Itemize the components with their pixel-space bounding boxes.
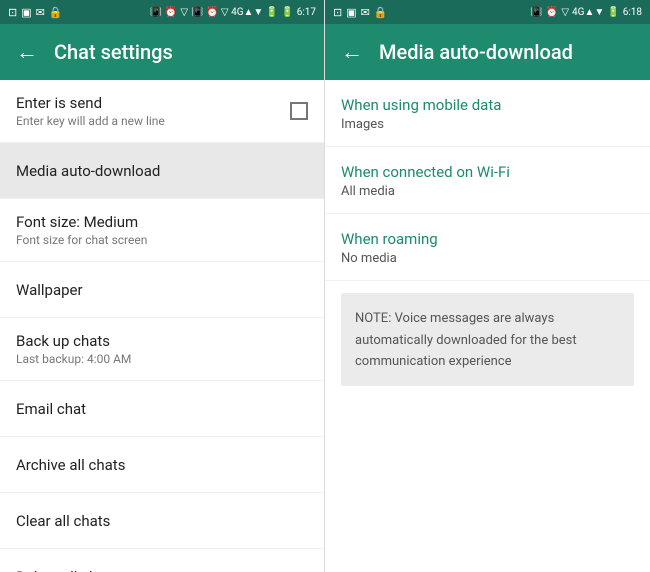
email-chat-item[interactable]: Email chat <box>0 381 324 437</box>
clear-all-chats-text: Clear all chats <box>16 512 110 530</box>
screenshot-icon: ▣ <box>21 6 31 19</box>
delete-all-chats-item[interactable]: Delete all chats <box>0 549 324 572</box>
left-back-button[interactable]: ← <box>16 39 38 65</box>
clear-all-chats-title: Clear all chats <box>16 512 110 530</box>
left-time: 6:17 <box>297 7 316 18</box>
left-status-bar: ⊡ ▣ ✉ 🔒 📳 ⏰ ▽ 📳 ⏰ ▽ 4G▲▼ 🔋 🔋 6:17 <box>0 0 324 24</box>
enter-is-send-checkbox[interactable] <box>290 102 308 120</box>
right-network-label: 4G▲▼ <box>572 7 604 18</box>
font-size-subtitle: Font size for chat screen <box>16 233 147 247</box>
lock-icon: 🔒 <box>49 6 63 19</box>
roaming-subtitle: No media <box>341 251 634 266</box>
right-status-left-icons: ⊡ ▣ ✉ 🔒 <box>333 6 388 19</box>
right-status-icons: 📳 ⏰ ▽ 📳 ⏰ ▽ 4G▲▼ 🔋 🔋 6:17 <box>149 7 316 18</box>
media-auto-download-item[interactable]: Media auto-download <box>0 143 324 199</box>
media-auto-download-text: Media auto-download <box>16 162 160 180</box>
wifi-subtitle: All media <box>341 184 634 199</box>
roaming-item[interactable]: When roaming No media <box>325 214 650 281</box>
mail-icon: ✉ <box>36 6 45 19</box>
right-vibrate-icon: 📳 <box>530 7 542 18</box>
note-box: NOTE: Voice messages are always automati… <box>341 293 634 386</box>
mobile-data-title: When using mobile data <box>341 96 634 114</box>
archive-all-chats-text: Archive all chats <box>16 456 125 474</box>
back-up-chats-item[interactable]: Back up chats Last backup: 4:00 AM <box>0 318 324 381</box>
wifi-title: When connected on Wi-Fi <box>341 163 634 181</box>
enter-is-send-item[interactable]: Enter is send Enter key will add a new l… <box>0 80 324 143</box>
email-chat-text: Email chat <box>16 400 86 418</box>
sim-icon: ⊡ <box>8 6 17 19</box>
media-auto-download-panel: ⊡ ▣ ✉ 🔒 📳 ⏰ ▽ 4G▲▼ 🔋 6:18 ← Media auto-d… <box>325 0 650 572</box>
back-up-chats-text: Back up chats Last backup: 4:00 AM <box>16 332 131 366</box>
archive-all-chats-item[interactable]: Archive all chats <box>0 437 324 493</box>
enter-is-send-subtitle: Enter key will add a new line <box>16 114 165 128</box>
mobile-data-subtitle: Images <box>341 117 634 132</box>
delete-all-chats-title: Delete all chats <box>16 568 118 572</box>
wallpaper-title: Wallpaper <box>16 281 83 299</box>
font-size-text: Font size: Medium Font size for chat scr… <box>16 213 147 247</box>
media-auto-download-title: Media auto-download <box>16 162 160 180</box>
battery-icon: 🔋 <box>281 7 293 18</box>
right-time: 6:18 <box>623 7 642 18</box>
network-label: 📳 ⏰ ▽ 4G▲▼ 🔋 <box>191 7 278 18</box>
right-sim-icon: ⊡ <box>333 6 342 19</box>
wallpaper-text: Wallpaper <box>16 281 83 299</box>
back-up-chats-subtitle: Last backup: 4:00 AM <box>16 352 131 366</box>
media-auto-download-title: Media auto-download <box>379 40 573 64</box>
enter-is-send-text: Enter is send Enter key will add a new l… <box>16 94 165 128</box>
right-battery-icon: 🔋 <box>607 7 619 18</box>
archive-all-chats-title: Archive all chats <box>16 456 125 474</box>
media-auto-download-header: ← Media auto-download <box>325 24 650 80</box>
settings-list: Enter is send Enter key will add a new l… <box>0 80 324 572</box>
right-mail-icon: ✉ <box>361 6 370 19</box>
note-text: NOTE: Voice messages are always automati… <box>355 311 577 369</box>
enter-is-send-title: Enter is send <box>16 94 165 112</box>
email-chat-title: Email chat <box>16 400 86 418</box>
font-size-item[interactable]: Font size: Medium Font size for chat scr… <box>0 199 324 262</box>
mobile-data-item[interactable]: When using mobile data Images <box>325 80 650 147</box>
wifi-signal-icon: ▽ <box>180 7 188 18</box>
wifi-item[interactable]: When connected on Wi-Fi All media <box>325 147 650 214</box>
right-wifi-signal-icon: ▽ <box>561 7 569 18</box>
right-screenshot-icon: ▣ <box>346 6 356 19</box>
chat-settings-panel: ⊡ ▣ ✉ 🔒 📳 ⏰ ▽ 📳 ⏰ ▽ 4G▲▼ 🔋 🔋 6:17 ← Chat… <box>0 0 325 572</box>
chat-settings-title: Chat settings <box>54 40 173 64</box>
chat-settings-header: ← Chat settings <box>0 24 324 80</box>
right-status-right-icons: 📳 ⏰ ▽ 4G▲▼ 🔋 6:18 <box>530 7 642 18</box>
delete-all-chats-text: Delete all chats <box>16 568 118 572</box>
right-lock-icon: 🔒 <box>374 6 388 19</box>
left-status-icons: ⊡ ▣ ✉ 🔒 <box>8 6 63 19</box>
right-alarm-icon: ⏰ <box>546 7 558 18</box>
back-up-chats-title: Back up chats <box>16 332 131 350</box>
right-status-bar: ⊡ ▣ ✉ 🔒 📳 ⏰ ▽ 4G▲▼ 🔋 6:18 <box>325 0 650 24</box>
alarm-icon: ⏰ <box>165 7 177 18</box>
font-size-title: Font size: Medium <box>16 213 147 231</box>
clear-all-chats-item[interactable]: Clear all chats <box>0 493 324 549</box>
right-back-button[interactable]: ← <box>341 39 363 65</box>
roaming-title: When roaming <box>341 230 634 248</box>
wallpaper-item[interactable]: Wallpaper <box>0 262 324 318</box>
vibrate-icon: 📳 <box>149 7 161 18</box>
media-download-list: When using mobile data Images When conne… <box>325 80 650 572</box>
